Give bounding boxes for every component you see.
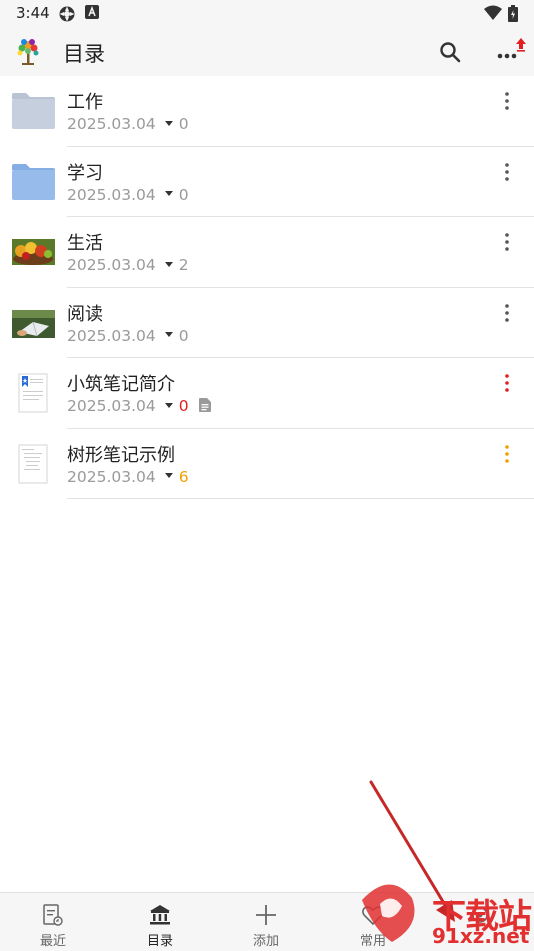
caret-down-icon[interactable] xyxy=(164,332,173,337)
nav-recent[interactable]: 最近 xyxy=(0,893,106,951)
list-item[interactable]: 小筑笔记简介 2025.03.04 0 xyxy=(0,358,534,429)
item-date: 2025.03.04 xyxy=(67,115,156,133)
item-title: 小筑笔记简介 xyxy=(67,374,175,395)
caret-down-icon[interactable] xyxy=(164,473,173,478)
reading-photo xyxy=(12,309,55,338)
status-bar: 3:44 xyxy=(0,0,534,28)
wifi-icon xyxy=(484,5,502,20)
status-time: 3:44 xyxy=(16,4,50,22)
library-icon xyxy=(150,905,170,925)
item-count: 0 xyxy=(178,397,189,415)
item-date: 2025.03.04 xyxy=(67,467,156,486)
item-date: 2025.03.04 xyxy=(67,326,156,345)
item-title: 学习 xyxy=(67,162,103,184)
more-vert-icon[interactable] xyxy=(496,90,518,112)
caret-down-icon[interactable] xyxy=(164,191,173,196)
battery-icon xyxy=(508,5,518,22)
recent-notes-icon xyxy=(43,904,63,926)
item-count: 2 xyxy=(178,256,189,274)
item-count: 0 xyxy=(178,185,189,204)
item-meta: 2025.03.04 2 xyxy=(67,256,189,274)
nav-label: 最近 xyxy=(39,934,66,949)
nav-label: 目录 xyxy=(146,934,173,949)
item-title: 阅读 xyxy=(67,303,103,325)
caret-down-icon[interactable] xyxy=(164,261,173,267)
app-notification-icon xyxy=(85,5,99,19)
fruit-photo xyxy=(12,239,55,265)
document-icon xyxy=(18,444,48,483)
app-logo-tree-icon xyxy=(17,39,39,65)
item-date: 2025.03.04 xyxy=(67,397,156,415)
list-item[interactable]: 工作 2025.03.04 0 xyxy=(0,76,534,147)
item-date: 2025.03.04 xyxy=(67,185,156,204)
watermark-url: 91xz.net xyxy=(432,924,530,948)
list-item[interactable]: 学习 2025.03.04 0 xyxy=(0,147,534,217)
item-title: 工作 xyxy=(67,92,103,113)
list-item[interactable]: 生活 2025.03.04 2 xyxy=(0,217,534,288)
list-item[interactable]: 阅读 2025.03.04 0 xyxy=(0,288,534,358)
heart-icon xyxy=(362,906,384,926)
item-count: 0 xyxy=(178,115,189,133)
bookmark-document-icon xyxy=(18,373,48,413)
note-document-icon xyxy=(198,398,211,412)
more-vert-icon[interactable] xyxy=(496,443,518,465)
folder-blue-icon xyxy=(12,163,55,200)
item-meta: 2025.03.04 0 xyxy=(67,115,189,133)
more-vert-icon[interactable] xyxy=(496,231,518,253)
directory-list: 工作 2025.03.04 0 学习 2025.03.04 0 生活 2025.… xyxy=(0,76,534,499)
item-meta: 2025.03.04 0 xyxy=(67,186,189,204)
sync-icon xyxy=(59,6,75,22)
caret-down-icon[interactable] xyxy=(164,402,173,408)
item-date: 2025.03.04 xyxy=(67,256,156,274)
divider xyxy=(67,498,534,499)
list-item[interactable]: 树形笔记示例 2025.03.04 6 xyxy=(0,429,534,499)
item-count: 6 xyxy=(178,467,189,486)
folder-gray-icon xyxy=(12,93,55,129)
nav-label: 添加 xyxy=(252,934,279,949)
nav-label: 常用 xyxy=(359,934,386,949)
caret-down-icon[interactable] xyxy=(164,120,173,126)
search-icon[interactable] xyxy=(432,34,468,70)
item-meta: 2025.03.04 0 xyxy=(67,327,189,345)
item-title: 树形笔记示例 xyxy=(67,444,175,466)
more-menu-icon[interactable] xyxy=(490,34,526,70)
more-vert-icon[interactable] xyxy=(496,302,518,324)
nav-add[interactable]: 添加 xyxy=(213,893,319,951)
more-vert-icon[interactable] xyxy=(496,161,518,183)
item-meta: 2025.03.04 6 xyxy=(67,468,189,486)
item-title: 生活 xyxy=(67,233,103,254)
page-title: 目录 xyxy=(63,42,105,66)
item-meta: 2025.03.04 0 xyxy=(67,397,211,415)
item-count: 0 xyxy=(178,326,189,345)
nav-directory[interactable]: 目录 xyxy=(107,893,213,951)
plus-icon xyxy=(256,905,276,925)
more-vert-icon[interactable] xyxy=(496,372,518,394)
nav-favorites[interactable]: 常用 xyxy=(320,893,426,951)
app-bar: 目录 xyxy=(0,28,534,76)
